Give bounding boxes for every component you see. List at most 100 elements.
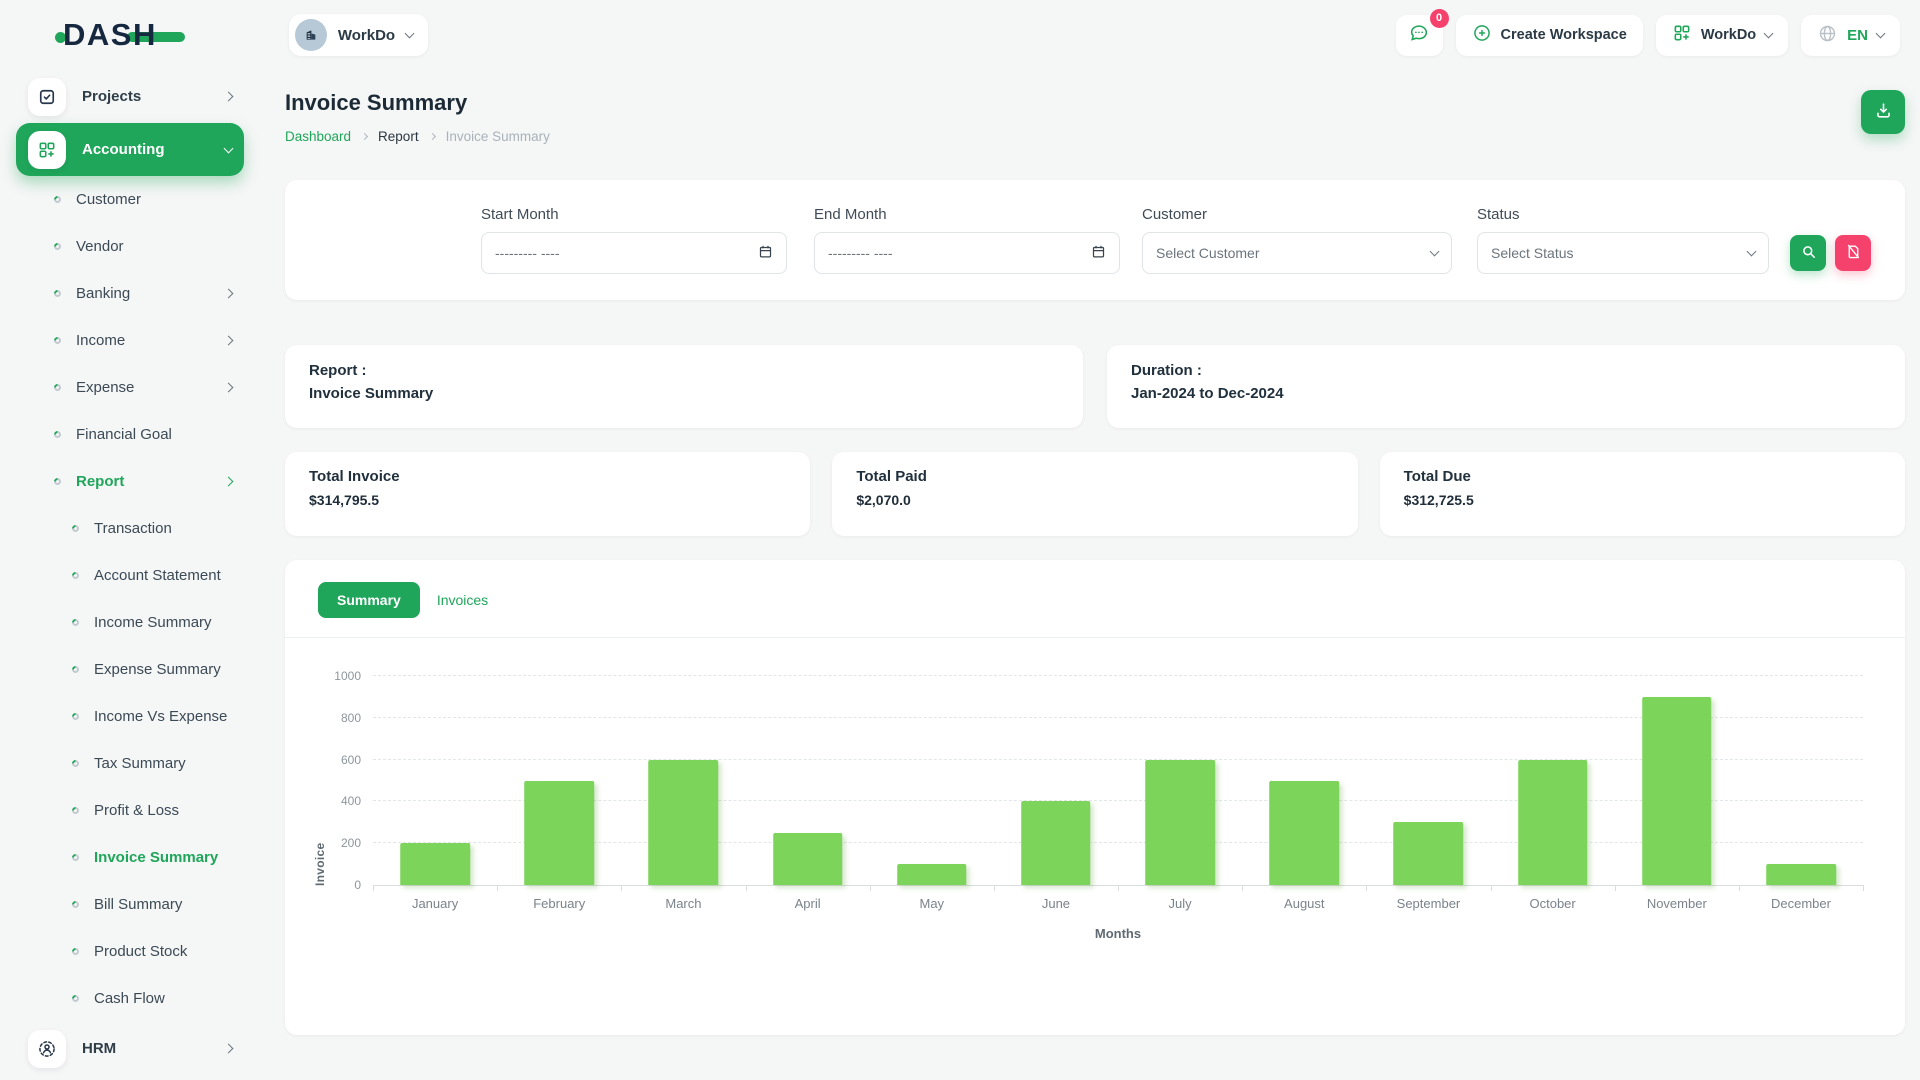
x-tick-label: July: [1118, 896, 1242, 911]
breadcrumb: Dashboard Report Invoice Summary: [285, 129, 550, 144]
sidebar-item-banking[interactable]: Banking: [16, 270, 244, 317]
workspace-switcher[interactable]: WorkDo: [289, 14, 428, 56]
x-tick-label: February: [497, 896, 621, 911]
sidebar-item-label: Income: [76, 332, 125, 349]
bullet-icon: [71, 618, 81, 628]
x-tick-label: January: [373, 896, 497, 911]
calendar-icon: [758, 244, 773, 262]
sidebar-item-tax-summary[interactable]: Tax Summary: [16, 740, 244, 787]
chevron-right-icon: [224, 289, 234, 299]
total-invoice-value: $314,795.5: [309, 492, 786, 508]
create-workspace-label: Create Workspace: [1501, 27, 1627, 43]
sidebar-item-financial-goal[interactable]: Financial Goal: [16, 411, 244, 458]
sidebar-item-label: Tax Summary: [94, 755, 186, 772]
total-invoice-label: Total Invoice: [309, 468, 786, 485]
bullet-icon: [71, 994, 81, 1004]
download-icon: [1874, 101, 1893, 123]
notification-badge: 0: [1430, 9, 1449, 28]
sidebar-item-expense-summary[interactable]: Expense Summary: [16, 646, 244, 693]
report-value: Invoice Summary: [309, 385, 1059, 402]
sidebar-item-bill-summary[interactable]: Bill Summary: [16, 881, 244, 928]
bar-january[interactable]: [400, 843, 470, 885]
download-button[interactable]: [1861, 90, 1905, 134]
bar-july[interactable]: [1145, 760, 1215, 885]
sidebar-item-account-statement[interactable]: Account Statement: [16, 552, 244, 599]
y-tick-label: 0: [354, 878, 361, 892]
sidebar-item-profit-loss[interactable]: Profit & Loss: [16, 787, 244, 834]
bar-february[interactable]: [524, 781, 594, 886]
file-slash-icon: [1845, 243, 1862, 263]
sidebar-item-label: Expense Summary: [94, 661, 221, 678]
sidebar-item-label: Cash Flow: [94, 990, 165, 1007]
breadcrumb-dashboard-link[interactable]: Dashboard: [285, 129, 351, 144]
total-paid-value: $2,070.0: [856, 492, 1333, 508]
sidebar-item-expense[interactable]: Expense: [16, 364, 244, 411]
sidebar-item-label: Banking: [76, 285, 130, 302]
end-month-placeholder: --------- ----: [828, 245, 893, 261]
sidebar-item-label: Vendor: [76, 238, 124, 255]
sidebar-item-product-stock[interactable]: Product Stock: [16, 928, 244, 975]
customer-select-value: Select Customer: [1156, 245, 1259, 261]
sidebar-item-vendor[interactable]: Vendor: [16, 223, 244, 270]
breadcrumb-report-link[interactable]: Report: [378, 129, 419, 144]
sidebar-item-accounting[interactable]: Accounting: [16, 123, 244, 176]
bar-march[interactable]: [649, 760, 719, 885]
bullet-icon: [71, 759, 81, 769]
reset-filter-button[interactable]: [1835, 235, 1871, 271]
chevron-down-icon: [1876, 29, 1886, 39]
sidebar-item-income[interactable]: Income: [16, 317, 244, 364]
workdo-menu-button[interactable]: WorkDo: [1656, 15, 1788, 56]
summary-chart-card: Summary Invoices Invoice 020040060080010…: [285, 560, 1905, 1035]
bar-may[interactable]: [897, 864, 967, 885]
sidebar-item-income-summary[interactable]: Income Summary: [16, 599, 244, 646]
sidebar-item-invoice-summary[interactable]: Invoice Summary: [16, 834, 244, 881]
bar-slot: [1615, 676, 1739, 885]
sidebar-item-transaction[interactable]: Transaction: [16, 505, 244, 552]
x-tick-label: March: [621, 896, 745, 911]
tab-invoices[interactable]: Invoices: [437, 592, 488, 608]
tab-summary[interactable]: Summary: [318, 582, 420, 618]
bar-august[interactable]: [1270, 781, 1340, 886]
sidebar-item-report[interactable]: Report: [16, 458, 244, 505]
bar-slot: [1366, 676, 1490, 885]
chevron-right-icon: [429, 133, 436, 140]
sidebar-item-label: Financial Goal: [76, 426, 172, 443]
bullet-icon: [53, 289, 63, 299]
chevron-down-icon: [1764, 29, 1774, 39]
bar-september[interactable]: [1394, 822, 1464, 885]
total-due-label: Total Due: [1404, 468, 1881, 485]
bar-december[interactable]: [1766, 864, 1836, 885]
status-select[interactable]: Select Status: [1477, 232, 1769, 274]
chevron-down-icon: [405, 29, 415, 39]
start-month-input[interactable]: --------- ----: [481, 232, 787, 274]
bullet-icon: [53, 195, 63, 205]
bullet-icon: [71, 665, 81, 675]
chevron-right-icon: [224, 1044, 234, 1054]
sidebar-item-cash-flow[interactable]: Cash Flow: [16, 975, 244, 1022]
bullet-icon: [53, 242, 63, 252]
sidebar-item-customer[interactable]: Customer: [16, 176, 244, 223]
workdo-menu-label: WorkDo: [1701, 27, 1756, 43]
messages-button[interactable]: 0: [1396, 15, 1443, 56]
customer-select[interactable]: Select Customer: [1142, 232, 1452, 274]
sidebar-item-income-vs-expense[interactable]: Income Vs Expense: [16, 693, 244, 740]
bar-slot: [621, 676, 745, 885]
sidebar-item-hrm[interactable]: HRM: [16, 1022, 244, 1075]
bullet-icon: [71, 571, 81, 581]
bar-november[interactable]: [1642, 697, 1712, 885]
language-code: EN: [1847, 27, 1868, 44]
bar-june[interactable]: [1021, 801, 1091, 885]
apply-filter-button[interactable]: [1790, 235, 1826, 271]
sidebar-item-projects[interactable]: Projects: [16, 70, 244, 123]
bullet-icon: [71, 947, 81, 957]
language-selector[interactable]: EN: [1801, 15, 1900, 56]
end-month-input[interactable]: --------- ----: [814, 232, 1120, 274]
bar-april[interactable]: [773, 833, 843, 885]
page-title: Invoice Summary: [285, 90, 550, 116]
bar-slot: [497, 676, 621, 885]
x-tick-label: May: [870, 896, 994, 911]
create-workspace-button[interactable]: Create Workspace: [1456, 15, 1643, 56]
bar-october[interactable]: [1518, 760, 1588, 885]
sidebar-nav: ProjectsAccountingCustomer Vendor Banking I…: [0, 60, 260, 1075]
total-due-value: $312,725.5: [1404, 492, 1881, 508]
